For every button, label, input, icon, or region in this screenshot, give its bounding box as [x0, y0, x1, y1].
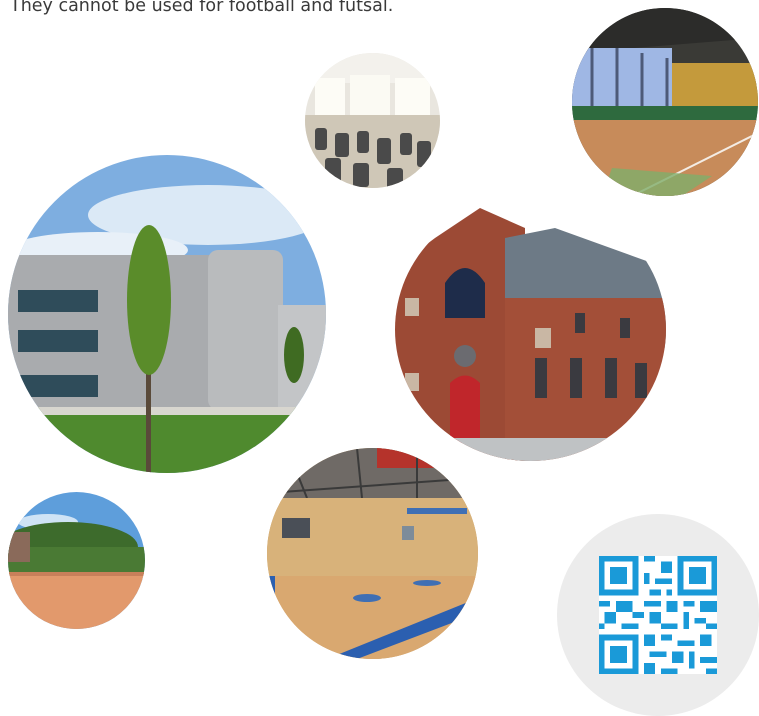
intro-text: They cannot be used for football and fut… [10, 0, 394, 16]
qr-code-badge[interactable] [557, 514, 759, 716]
fitness-room-photo [305, 53, 440, 188]
modern-sports-building-photo [8, 155, 326, 473]
indoor-sports-hall-photo [267, 448, 478, 659]
historic-brick-building-photo [395, 198, 666, 461]
outdoor-clay-court-photo [8, 492, 145, 629]
indoor-tennis-hall-photo [572, 8, 758, 196]
qr-code-icon[interactable] [599, 556, 717, 674]
